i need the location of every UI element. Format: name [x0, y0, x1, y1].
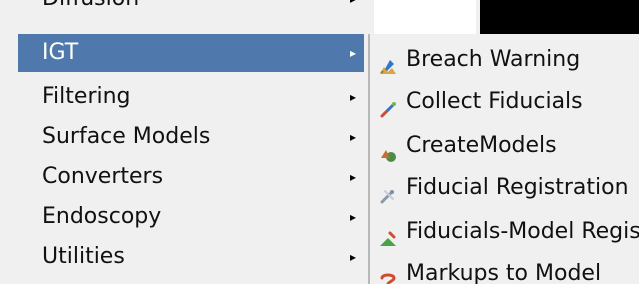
submenu-item-fiducials-model-registration[interactable]: Fiducials-Model Registration [370, 210, 639, 254]
submenu-arrow-icon: ▸ [349, 250, 357, 264]
menu-item-igt[interactable]: IGT ▸ [18, 34, 364, 72]
submenu-item-label: Fiducials-Model Registration [406, 219, 639, 244]
menu-item-converters[interactable]: Converters ▸ [18, 158, 364, 196]
collect-fiducials-icon [378, 92, 398, 118]
menu-item-diffusion[interactable]: Diffusion ▸ [18, 0, 364, 18]
menu-item-label: Filtering [42, 84, 131, 109]
submenu-item-markups-to-model[interactable]: Markups to Model [370, 252, 639, 284]
submenu-item-label: Collect Fiducials [406, 89, 583, 114]
submenu-arrow-icon: ▸ [349, 46, 357, 60]
menu-item-surface-models[interactable]: Surface Models ▸ [18, 118, 364, 156]
fiducial-registration-icon [378, 178, 398, 204]
submenu-item-breach-warning[interactable]: Breach Warning [370, 38, 639, 82]
submenu-item-label: Breach Warning [406, 47, 581, 72]
submenu-arrow-icon: ▸ [349, 130, 357, 144]
submenu-item-createmodels[interactable]: CreateModels [370, 124, 639, 168]
menu-item-label: Endoscopy [42, 204, 162, 229]
top-black-panel [480, 0, 639, 34]
create-models-icon [378, 136, 398, 162]
menu-item-utilities[interactable]: Utilities ▸ [18, 238, 364, 276]
submenu-arrow-icon: ▸ [349, 170, 357, 184]
submenu-item-label: CreateModels [406, 133, 557, 158]
menu-item-label: Utilities [42, 244, 125, 269]
menu-item-label: Diffusion [42, 0, 139, 11]
menu-item-label: Surface Models [42, 124, 211, 149]
submenu-item-label: Markups to Model [406, 261, 602, 284]
submenu-item-label: Fiducial Registration [406, 175, 629, 200]
breach-warning-icon [378, 50, 398, 74]
submenu-item-collect-fiducials[interactable]: Collect Fiducials [370, 80, 639, 124]
submenu-arrow-icon: ▸ [348, 0, 358, 18]
menu-item-label: Converters [42, 164, 164, 189]
top-strip [368, 0, 639, 34]
main-menu: Diffusion ▸ IGT ▸ Filtering ▸ Surface Mo… [0, 0, 368, 284]
submenu-arrow-icon: ▸ [349, 210, 357, 224]
markups-to-model-icon [378, 264, 398, 284]
menu-item-label: IGT [42, 40, 79, 65]
igt-submenu: Breach Warning Collect Fiducials CreateM… [368, 0, 639, 284]
submenu-item-fiducial-registration[interactable]: Fiducial Registration [370, 166, 639, 210]
menu-item-endoscopy[interactable]: Endoscopy ▸ [18, 198, 364, 236]
menu-item-filtering[interactable]: Filtering ▸ [18, 78, 364, 116]
submenu-arrow-icon: ▸ [349, 90, 357, 104]
top-white-panel [374, 0, 476, 34]
fiducials-model-registration-icon [378, 222, 398, 246]
